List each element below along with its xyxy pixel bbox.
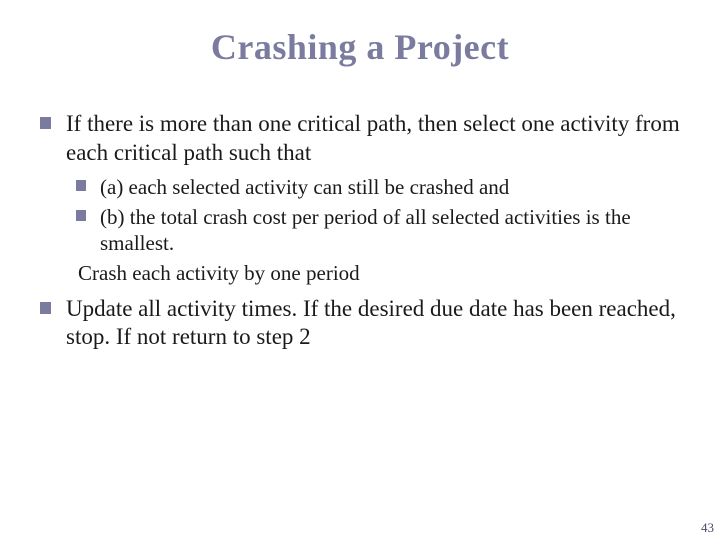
list-item: (a) each selected activity can still be … (76, 174, 684, 200)
list-item-text: Update all activity times. If the desire… (66, 296, 676, 350)
slide-title: Crashing a Project (36, 26, 684, 68)
list-item-text: If there is more than one critical path,… (66, 111, 680, 165)
list-item-text: (b) the total crash cost per period of a… (100, 205, 631, 255)
list-item-text: Crash each activity by one period (78, 261, 360, 285)
list-item: (b) the total crash cost per period of a… (76, 204, 684, 257)
bullet-list: If there is more than one critical path,… (36, 110, 684, 352)
page-number: 43 (701, 520, 714, 536)
sub-list: (a) each selected activity can still be … (66, 174, 684, 287)
list-item-text: (a) each selected activity can still be … (100, 175, 509, 199)
list-item: Update all activity times. If the desire… (40, 295, 684, 353)
list-item: Crash each activity by one period (76, 260, 684, 286)
slide: Crashing a Project If there is more than… (0, 0, 720, 540)
list-item: If there is more than one critical path,… (40, 110, 684, 287)
